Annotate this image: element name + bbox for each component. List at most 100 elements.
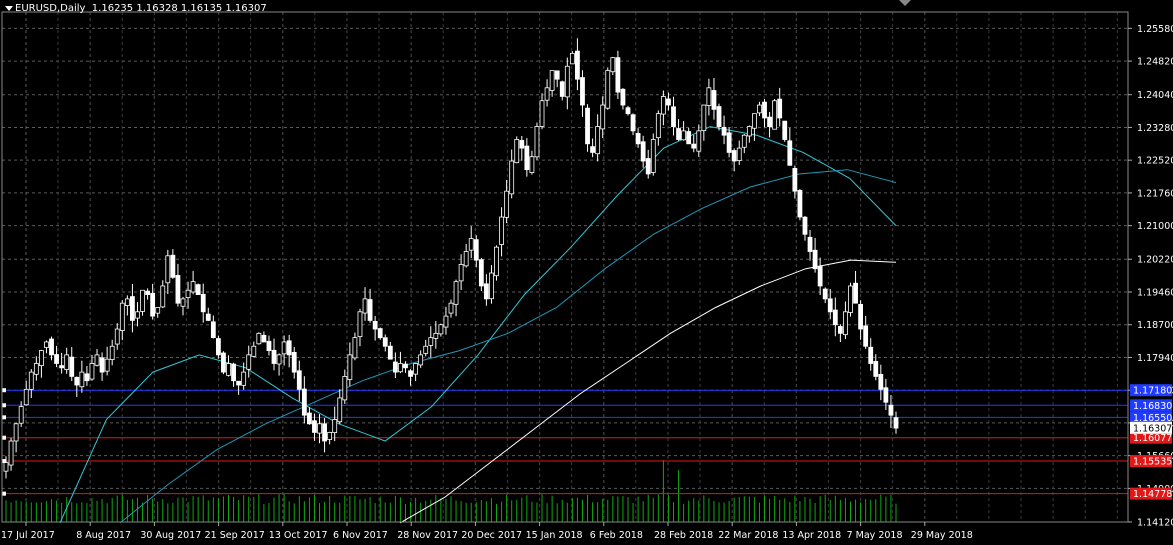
candle-bear — [377, 328, 383, 339]
candle-bull — [514, 139, 520, 164]
candle-bear — [858, 303, 864, 330]
candle-bear — [807, 236, 813, 252]
candle-bull — [423, 345, 429, 354]
candle-bear — [145, 290, 150, 295]
candle-bull — [332, 419, 338, 434]
candle-bear — [99, 357, 105, 373]
candle-bear — [478, 259, 484, 287]
candle-bull — [701, 104, 707, 131]
candle-bear — [812, 249, 818, 270]
candle-bull — [317, 423, 322, 434]
candle-bull — [190, 281, 196, 293]
chart-window[interactable]: 1.25580 1.24820 1.24040 1.23280 1.22520 1.217… — [0, 0, 1173, 545]
candle-bull — [140, 289, 145, 312]
candle-bull — [180, 298, 186, 307]
candle-bull — [848, 285, 853, 313]
menu-arrow-icon[interactable] — [5, 6, 13, 11]
candle-bull — [23, 388, 29, 406]
red-level-anchor — [2, 435, 6, 440]
candle-bull — [89, 363, 95, 380]
candle-bull — [549, 70, 555, 91]
candle-bear — [792, 168, 798, 192]
candle-bear — [863, 325, 869, 347]
time-tick-label: 13 Oct 2017 — [269, 530, 328, 541]
candle-bull — [64, 354, 70, 370]
candle-bull — [135, 311, 140, 319]
candle-bear — [322, 423, 327, 442]
chart-title: EURUSD,Daily 1.16235 1.16328 1.16135 1.1… — [15, 3, 267, 14]
candle-bear — [888, 404, 894, 416]
time-tick-label: 30 Aug 2017 — [140, 530, 201, 541]
candle-bull — [281, 341, 287, 355]
red-level-anchor — [2, 491, 6, 496]
candle-bear — [802, 216, 808, 235]
candle-bull — [448, 302, 454, 314]
candle-bear — [625, 107, 631, 115]
candle-bull — [114, 328, 120, 345]
time-tick-label: 22 Mar 2018 — [718, 530, 778, 541]
candle-bull — [696, 130, 702, 152]
candle-bull — [650, 139, 656, 173]
red-level-badge-label: 1.16077 — [1133, 433, 1172, 444]
candle-bear — [170, 254, 176, 278]
time-tick-label: 21 Sep 2017 — [205, 530, 265, 541]
candle-bear — [236, 380, 242, 386]
candle-bull — [564, 65, 570, 98]
volume-histogram — [5, 460, 897, 522]
candle-bull — [246, 354, 252, 370]
symbol-label: EURUSD,Daily — [15, 3, 86, 14]
candle-bear — [822, 288, 828, 300]
candle-bear — [585, 107, 590, 145]
candle-bull — [843, 311, 848, 336]
candle-bull — [655, 113, 661, 139]
candle-bull — [489, 272, 494, 300]
time-tick-label: 28 Nov 2017 — [397, 530, 458, 541]
candle-bear — [271, 349, 277, 364]
candle-bear — [873, 361, 879, 377]
candle-bear — [69, 356, 75, 377]
candle-bear — [666, 98, 671, 106]
shift-marker-icon[interactable] — [899, 0, 911, 6]
candle-bear — [266, 340, 272, 351]
candle-bull — [109, 345, 115, 360]
candle-bull — [8, 440, 14, 466]
candle-bear — [210, 321, 216, 339]
candle-bear — [731, 150, 737, 162]
candle-bear — [883, 387, 889, 403]
candle-bear — [392, 361, 398, 373]
candle-bear — [215, 338, 221, 356]
candle-bear — [382, 337, 388, 347]
candle-bear — [635, 133, 641, 145]
red-level-badge-label: 1.15535 — [1133, 457, 1172, 468]
candle-bull — [529, 156, 535, 173]
candle-bull — [185, 289, 191, 298]
candle-bull — [362, 298, 368, 314]
candle-bull — [13, 423, 19, 442]
candle-bear — [590, 146, 595, 153]
candle-bull — [160, 285, 166, 308]
moving-average-line — [119, 169, 897, 524]
price-tick-label: 1.22520 — [1137, 156, 1173, 167]
candle-bull — [226, 363, 231, 376]
price-tick-label: 1.25580 — [1137, 24, 1173, 35]
candle-bull — [357, 311, 363, 338]
candle-bull — [438, 324, 444, 335]
blue-level-badge-label: 1.16830 — [1133, 401, 1172, 412]
price-chart[interactable]: 1.25580 1.24820 1.24040 1.23280 1.22520 1.217… — [0, 0, 1173, 545]
price-tick-label: 1.21760 — [1137, 188, 1173, 199]
candle-bull — [155, 307, 161, 314]
price-tick-label: 1.20220 — [1137, 255, 1173, 266]
candle-bull — [772, 100, 778, 130]
candle-bear — [291, 351, 297, 373]
time-tick-label: 20 Dec 2017 — [461, 530, 522, 541]
candle-bull — [681, 130, 687, 141]
candle-bear — [175, 275, 181, 304]
price-tick-label: 1.19460 — [1137, 287, 1173, 298]
blue-level-anchor — [2, 388, 6, 393]
candle-bull — [33, 363, 39, 375]
candle-bear — [671, 106, 676, 127]
candle-bear — [49, 338, 54, 356]
red-level-badge-label: 1.14778 — [1133, 489, 1172, 500]
time-tick-label: 8 Aug 2017 — [76, 530, 131, 541]
candle-bull — [752, 113, 757, 129]
